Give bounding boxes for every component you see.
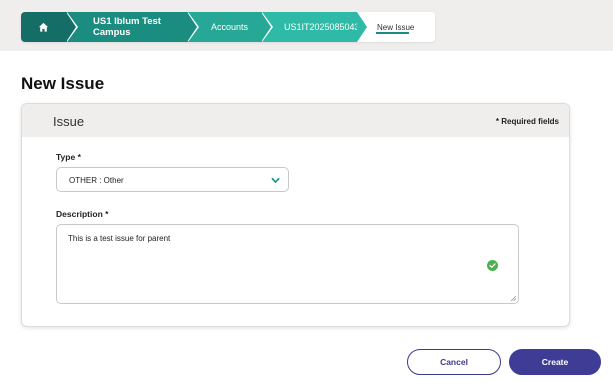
page-title: New Issue [21, 74, 105, 93]
description-label: Description * [56, 209, 109, 219]
breadcrumb-accounts-label: Accounts [211, 22, 249, 32]
breadcrumb-campus[interactable]: US1 Iblum Test Campus [66, 12, 199, 42]
breadcrumb-campus-label: US1 Iblum Test Campus [93, 16, 161, 38]
breadcrumb-account-id[interactable]: US1IT2025085043 [261, 12, 369, 42]
required-fields-note: * Required fields [495, 117, 559, 126]
description-textarea[interactable]: This is a test issue for parent [56, 224, 519, 304]
section-title: Issue [53, 114, 85, 129]
card-header: Issue * Required fields [22, 104, 569, 137]
check-circle-icon [487, 260, 498, 271]
type-label: Type * [56, 152, 81, 162]
breadcrumb: US1 Iblum Test Campus Accounts US1IT2025… [21, 12, 435, 42]
home-icon [38, 22, 49, 32]
breadcrumb-account-id-label: US1IT2025085043 [284, 22, 360, 32]
type-select[interactable]: OTHER : Other [56, 167, 289, 192]
top-bar: US1 Iblum Test Campus Accounts US1IT2025… [0, 0, 613, 51]
type-select-value: OTHER : Other [69, 176, 124, 185]
breadcrumb-home[interactable] [21, 12, 78, 42]
resize-handle-icon[interactable] [510, 295, 516, 301]
description-value: This is a test issue for parent [68, 234, 171, 243]
cancel-button[interactable]: Cancel [407, 349, 501, 375]
create-button[interactable]: Create [509, 349, 601, 375]
chevron-down-icon [271, 177, 280, 183]
breadcrumb-current-label: New Issue [377, 22, 415, 32]
current-underline [376, 32, 409, 34]
issue-card: Issue * Required fields Type * OTHER : O… [21, 103, 570, 327]
